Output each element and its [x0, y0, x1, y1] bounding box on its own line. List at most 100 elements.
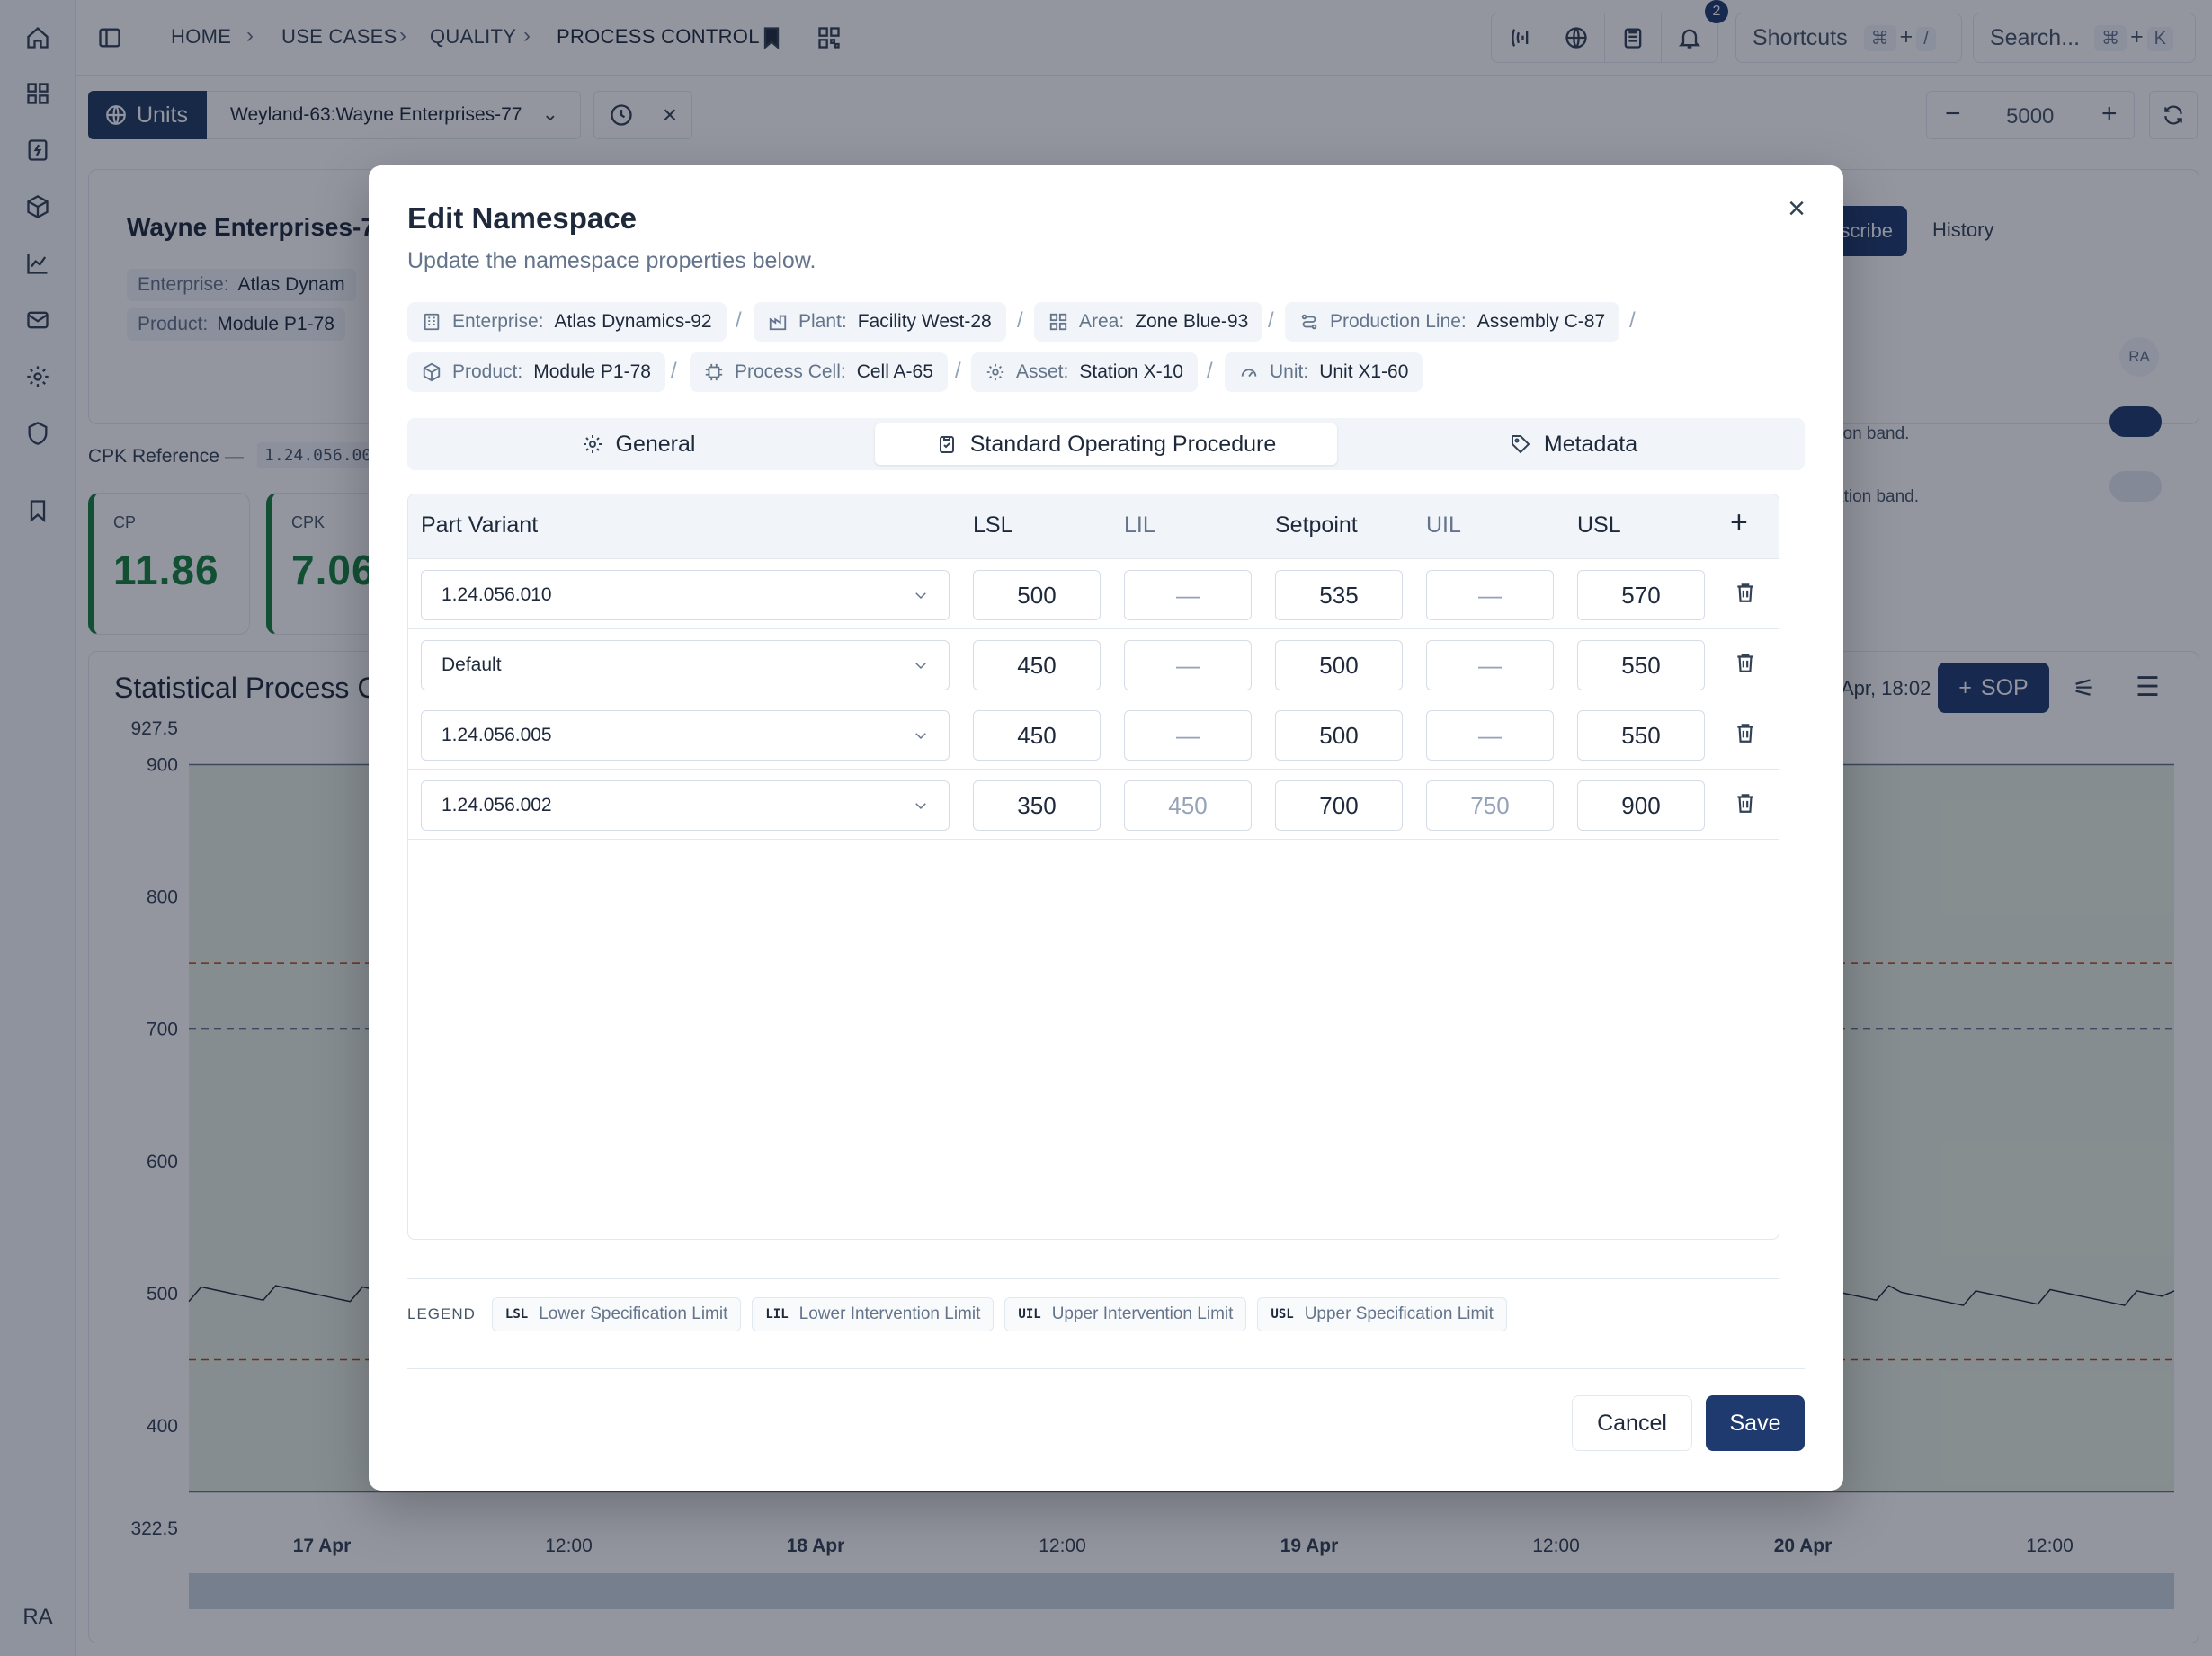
- column-header-setpoint: Setpoint: [1275, 512, 1358, 538]
- separator: /: [1629, 308, 1636, 333]
- trash-icon: [1737, 654, 1753, 672]
- hierarchy-chip-area: Area: Zone Blue-93: [1034, 302, 1263, 342]
- chip-label: Enterprise:: [452, 311, 544, 332]
- chip-label: Plant:: [798, 311, 847, 332]
- legend-item: LSL Lower Specification Limit: [491, 1297, 742, 1331]
- clipboard-check-icon: [939, 436, 954, 453]
- lil-input[interactable]: —: [1124, 570, 1252, 620]
- dialog-title: Edit Namespace: [407, 201, 637, 235]
- delete-row-button[interactable]: [1734, 581, 1762, 610]
- legend-text: Upper Specification Limit: [1304, 1304, 1494, 1323]
- uil-input[interactable]: —: [1426, 710, 1554, 761]
- part-variant-value: 1.24.056.002: [442, 795, 552, 815]
- uil-input[interactable]: 750: [1426, 780, 1554, 831]
- tab-label: Metadata: [1543, 431, 1638, 457]
- chip-label: Production Line:: [1330, 311, 1467, 332]
- setpoint-input[interactable]: 535: [1275, 570, 1403, 620]
- lil-input[interactable]: —: [1124, 640, 1252, 690]
- setpoint-input[interactable]: 700: [1275, 780, 1403, 831]
- hierarchy-chip-plant: Plant: Facility West-28: [754, 302, 1006, 342]
- setpoint-input[interactable]: 500: [1275, 710, 1403, 761]
- column-header-usl: USL: [1577, 512, 1621, 538]
- add-row-button[interactable]: +: [1730, 505, 1748, 540]
- lsl-input[interactable]: 350: [973, 780, 1101, 831]
- chip-label: Area:: [1079, 311, 1125, 332]
- chip-value: Assembly C-87: [1476, 311, 1606, 332]
- delete-row-button[interactable]: [1734, 651, 1762, 680]
- lsl-input[interactable]: 500: [973, 570, 1101, 620]
- legend: LEGEND LSL Lower Specification Limit LIL L…: [407, 1296, 1507, 1332]
- part-variant-value: 1.24.056.010: [442, 584, 552, 605]
- legend-code: LIL: [765, 1307, 789, 1322]
- chip-value: Atlas Dynamics-92: [554, 311, 712, 332]
- gear-icon: [583, 435, 602, 453]
- chevron-down-icon: [915, 803, 926, 810]
- cog-icon: [986, 363, 1004, 381]
- chip-value: Zone Blue-93: [1135, 311, 1249, 332]
- lil-input[interactable]: —: [1124, 710, 1252, 761]
- chevron-down-icon: [915, 592, 926, 600]
- part-variant-select[interactable]: 1.24.056.010: [421, 570, 950, 620]
- legend-code: USL: [1271, 1307, 1294, 1322]
- setpoint-input[interactable]: 500: [1275, 640, 1403, 690]
- separator: /: [1017, 308, 1023, 333]
- column-header-lsl: LSL: [973, 512, 1013, 538]
- separator: /: [1207, 359, 1213, 383]
- delete-row-button[interactable]: [1734, 721, 1762, 750]
- legend-text: Upper Intervention Limit: [1051, 1304, 1234, 1323]
- hierarchy-chip-asset: Asset: Station X-10: [971, 352, 1198, 392]
- separator: /: [955, 359, 961, 383]
- part-variant-select[interactable]: 1.24.056.002: [421, 780, 950, 831]
- tab-metadata[interactable]: Metadata: [1348, 423, 1799, 465]
- part-variant-select[interactable]: Default: [421, 640, 950, 690]
- chip-value: Module P1-78: [533, 361, 651, 382]
- building-icon: [424, 313, 440, 331]
- table-row: Default 450 — 500 — 550: [408, 629, 1779, 699]
- chevron-down-icon: [915, 733, 926, 740]
- gauge-icon: [1241, 369, 1257, 378]
- separator: /: [736, 308, 742, 333]
- column-header-variant: Part Variant: [421, 512, 539, 538]
- factory-icon: [769, 315, 787, 331]
- usl-input[interactable]: 570: [1577, 570, 1705, 620]
- tab-sop[interactable]: Standard Operating Procedure: [875, 423, 1337, 465]
- usl-input[interactable]: 550: [1577, 640, 1705, 690]
- uil-input[interactable]: —: [1426, 640, 1554, 690]
- chip-icon: [705, 363, 723, 381]
- usl-input[interactable]: 900: [1577, 780, 1705, 831]
- legend-code: LSL: [504, 1307, 529, 1322]
- chip-value: Station X-10: [1079, 361, 1183, 382]
- lsl-input[interactable]: 450: [973, 710, 1101, 761]
- chip-label: Process Cell:: [735, 361, 846, 382]
- chip-value: Cell A-65: [856, 361, 933, 382]
- chip-value: Unit X1-60: [1319, 361, 1409, 382]
- close-icon[interactable]: ×: [1779, 191, 1815, 227]
- separator: /: [1268, 308, 1274, 333]
- chip-label: Unit:: [1270, 361, 1309, 382]
- delete-row-button[interactable]: [1734, 791, 1762, 820]
- legend-code: UIL: [1018, 1307, 1041, 1322]
- hierarchy-chip-process-cell: Process Cell: Cell A-65: [690, 352, 948, 392]
- table-row: 1.24.056.010 500 — 535 — 570: [408, 559, 1779, 629]
- sop-table: Part Variant LSL LIL Setpoint UIL USL + …: [407, 494, 1779, 1240]
- usl-input[interactable]: 550: [1577, 710, 1705, 761]
- chip-label: Asset:: [1016, 361, 1069, 382]
- cancel-button[interactable]: Cancel: [1572, 1395, 1692, 1451]
- tab-general[interactable]: General: [413, 423, 864, 465]
- legend-title: LEGEND: [407, 1305, 476, 1322]
- part-variant-value: Default: [442, 654, 502, 675]
- lil-input[interactable]: 450: [1124, 780, 1252, 831]
- trash-icon: [1737, 583, 1753, 602]
- save-button[interactable]: Save: [1706, 1395, 1805, 1451]
- lsl-input[interactable]: 450: [973, 640, 1101, 690]
- hierarchy-chip-production-line: Production Line: Assembly C-87: [1285, 302, 1620, 342]
- part-variant-value: 1.24.056.005: [442, 725, 552, 745]
- route-icon: [1301, 314, 1317, 330]
- table-row: 1.24.056.005 450 — 500 — 550: [408, 699, 1779, 770]
- footer-divider: [407, 1368, 1805, 1369]
- grid-icon: [1049, 313, 1067, 331]
- part-variant-select[interactable]: 1.24.056.005: [421, 710, 950, 761]
- chip-value: Facility West-28: [857, 311, 992, 332]
- uil-input[interactable]: —: [1426, 570, 1554, 620]
- trash-icon: [1737, 794, 1753, 813]
